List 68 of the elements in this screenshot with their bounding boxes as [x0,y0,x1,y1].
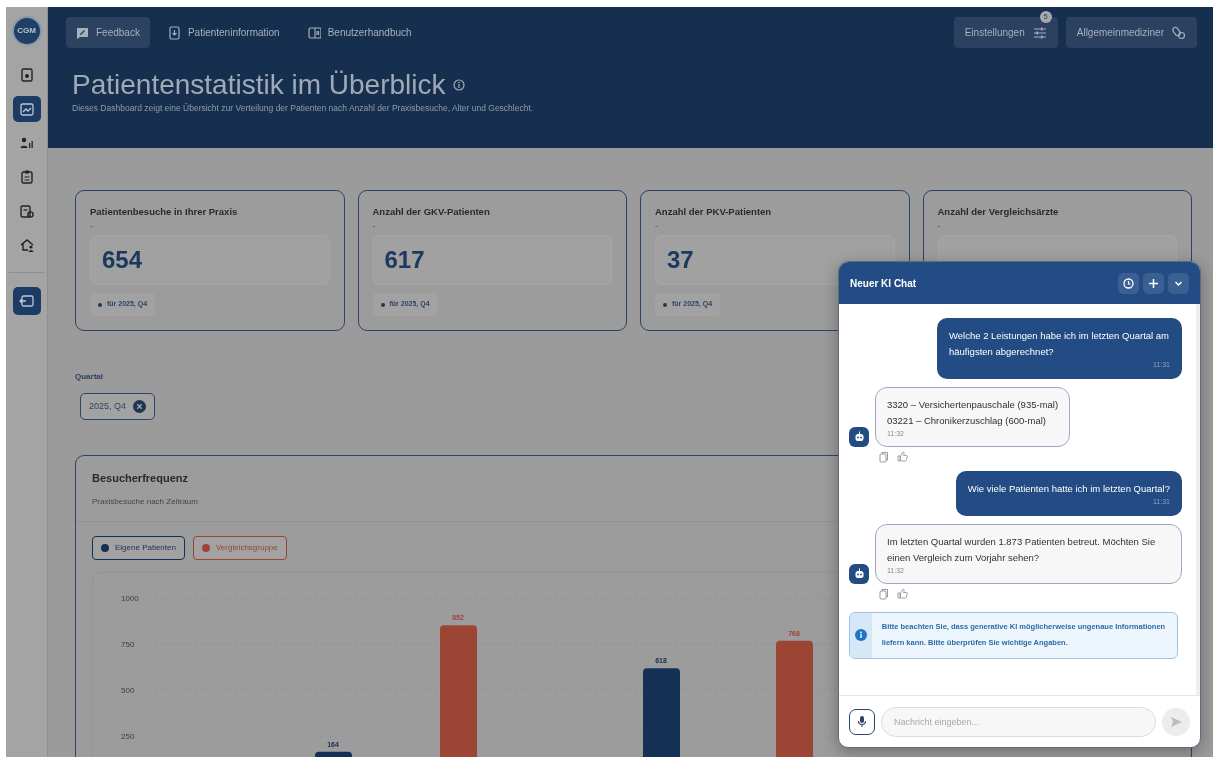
microphone-icon [857,715,867,728]
book-icon [307,25,321,40]
axis-label: 500 [121,685,135,695]
remove-icon[interactable] [133,400,147,413]
logo[interactable]: CGM [11,16,42,46]
sidebar-item[interactable] [12,96,41,122]
calendar-chart-icon [18,101,35,117]
chat-title: Neuer KI Chat [850,276,917,291]
page-title: Patientenstatistik im Überblick [72,68,446,102]
message-input[interactable]: Nachricht eingeben... [881,706,1156,737]
feedback-icon [76,25,89,40]
legend-toggle[interactable]: Vergleichsgruppe [192,535,287,560]
kpi-note: - [90,221,93,232]
copy-icon[interactable] [879,587,889,600]
kpi-title: Anzahl der PKV-Patienten [655,205,773,219]
filter-label: Quartal [75,370,104,383]
header-button[interactable]: Allgemeinmediziner [1065,17,1197,48]
axis-label: 750 [121,639,135,649]
axis-label: 250 [121,731,135,741]
message-text: Welche 2 Leistungen habe ich im letzten Quartal am häufigsten abgerechnet? [949,329,1170,359]
kpi-value: 654 [102,245,143,276]
document-icon [18,67,35,83]
kpi-note: - [372,221,376,232]
kpi-note: - [937,221,941,232]
document-download-icon [167,25,181,40]
send-icon [1169,715,1183,728]
new-chat-button[interactable] [1143,272,1164,294]
panel-title: Besucherfrequenz [92,471,189,487]
info-icon [854,629,867,642]
bar [315,751,352,757]
kpi-title: Anzahl der Vergleichsärzte [937,205,1060,219]
robot-icon [853,568,865,580]
export-button[interactable] [12,287,41,315]
kpi-value: 37 [667,245,694,276]
collapse-button[interactable] [1168,272,1189,294]
house-person-icon [18,237,35,253]
kpi-value: 617 [384,245,425,276]
info-icon [453,78,466,91]
clipboard-icon [18,169,35,185]
panel-subtitle: Praxisbesuche nach Zeitraum [92,495,198,508]
history-button[interactable] [1118,272,1139,294]
microphone-button[interactable] [849,708,875,735]
thumbs-up-icon[interactable] [897,587,908,599]
thumbs-up-icon[interactable] [897,450,908,462]
robot-icon [853,431,865,443]
message-text: 3320 – Versichertenpauschale (935-mal) 03221 – Chronikerzuschlag (600-mal) [887,397,1059,428]
legend-dot [101,543,109,552]
kpi-note: - [655,221,658,232]
kpi-title: Patientenbesuche in Ihrer Praxis [90,205,239,219]
message-text: Im letzten Quartal wurden 1.873 Patienten betreut. Möchten Sie einen Vergleich zum Vorjahr sehen? [887,535,1157,565]
history-icon [1122,276,1135,290]
nav-tab[interactable]: Patienteninformation [157,17,290,48]
sliders-icon [1032,25,1047,40]
filter-chip[interactable]: 2025, Q4 [80,392,156,421]
legend-dot [201,543,210,552]
legend-toggle[interactable]: Eigene Patienten [92,535,185,560]
people-chart-icon [18,135,35,151]
message-text: Wie viele Patienten hatte ich im letzten Quartal? [967,481,1170,496]
axis-label: 1000 [121,593,139,603]
pills-icon [1172,25,1186,40]
clipboard-gear-icon [18,203,35,219]
nav-tab[interactable]: Feedback [66,17,150,48]
nav-tab[interactable]: Benutzerhandbuch [297,17,422,48]
header-button[interactable]: Einstellungen [953,17,1058,48]
copy-icon[interactable] [879,450,889,463]
kpi-title: Anzahl der GKV-Patienten [372,205,491,219]
page-subtitle: Dieses Dashboard zeigt eine Übersicht zur Verteilung der Patienten nach Anzahl der Praxisbesuche, Alter und Geschlecht. [71,101,535,115]
plus-icon [1147,276,1160,290]
